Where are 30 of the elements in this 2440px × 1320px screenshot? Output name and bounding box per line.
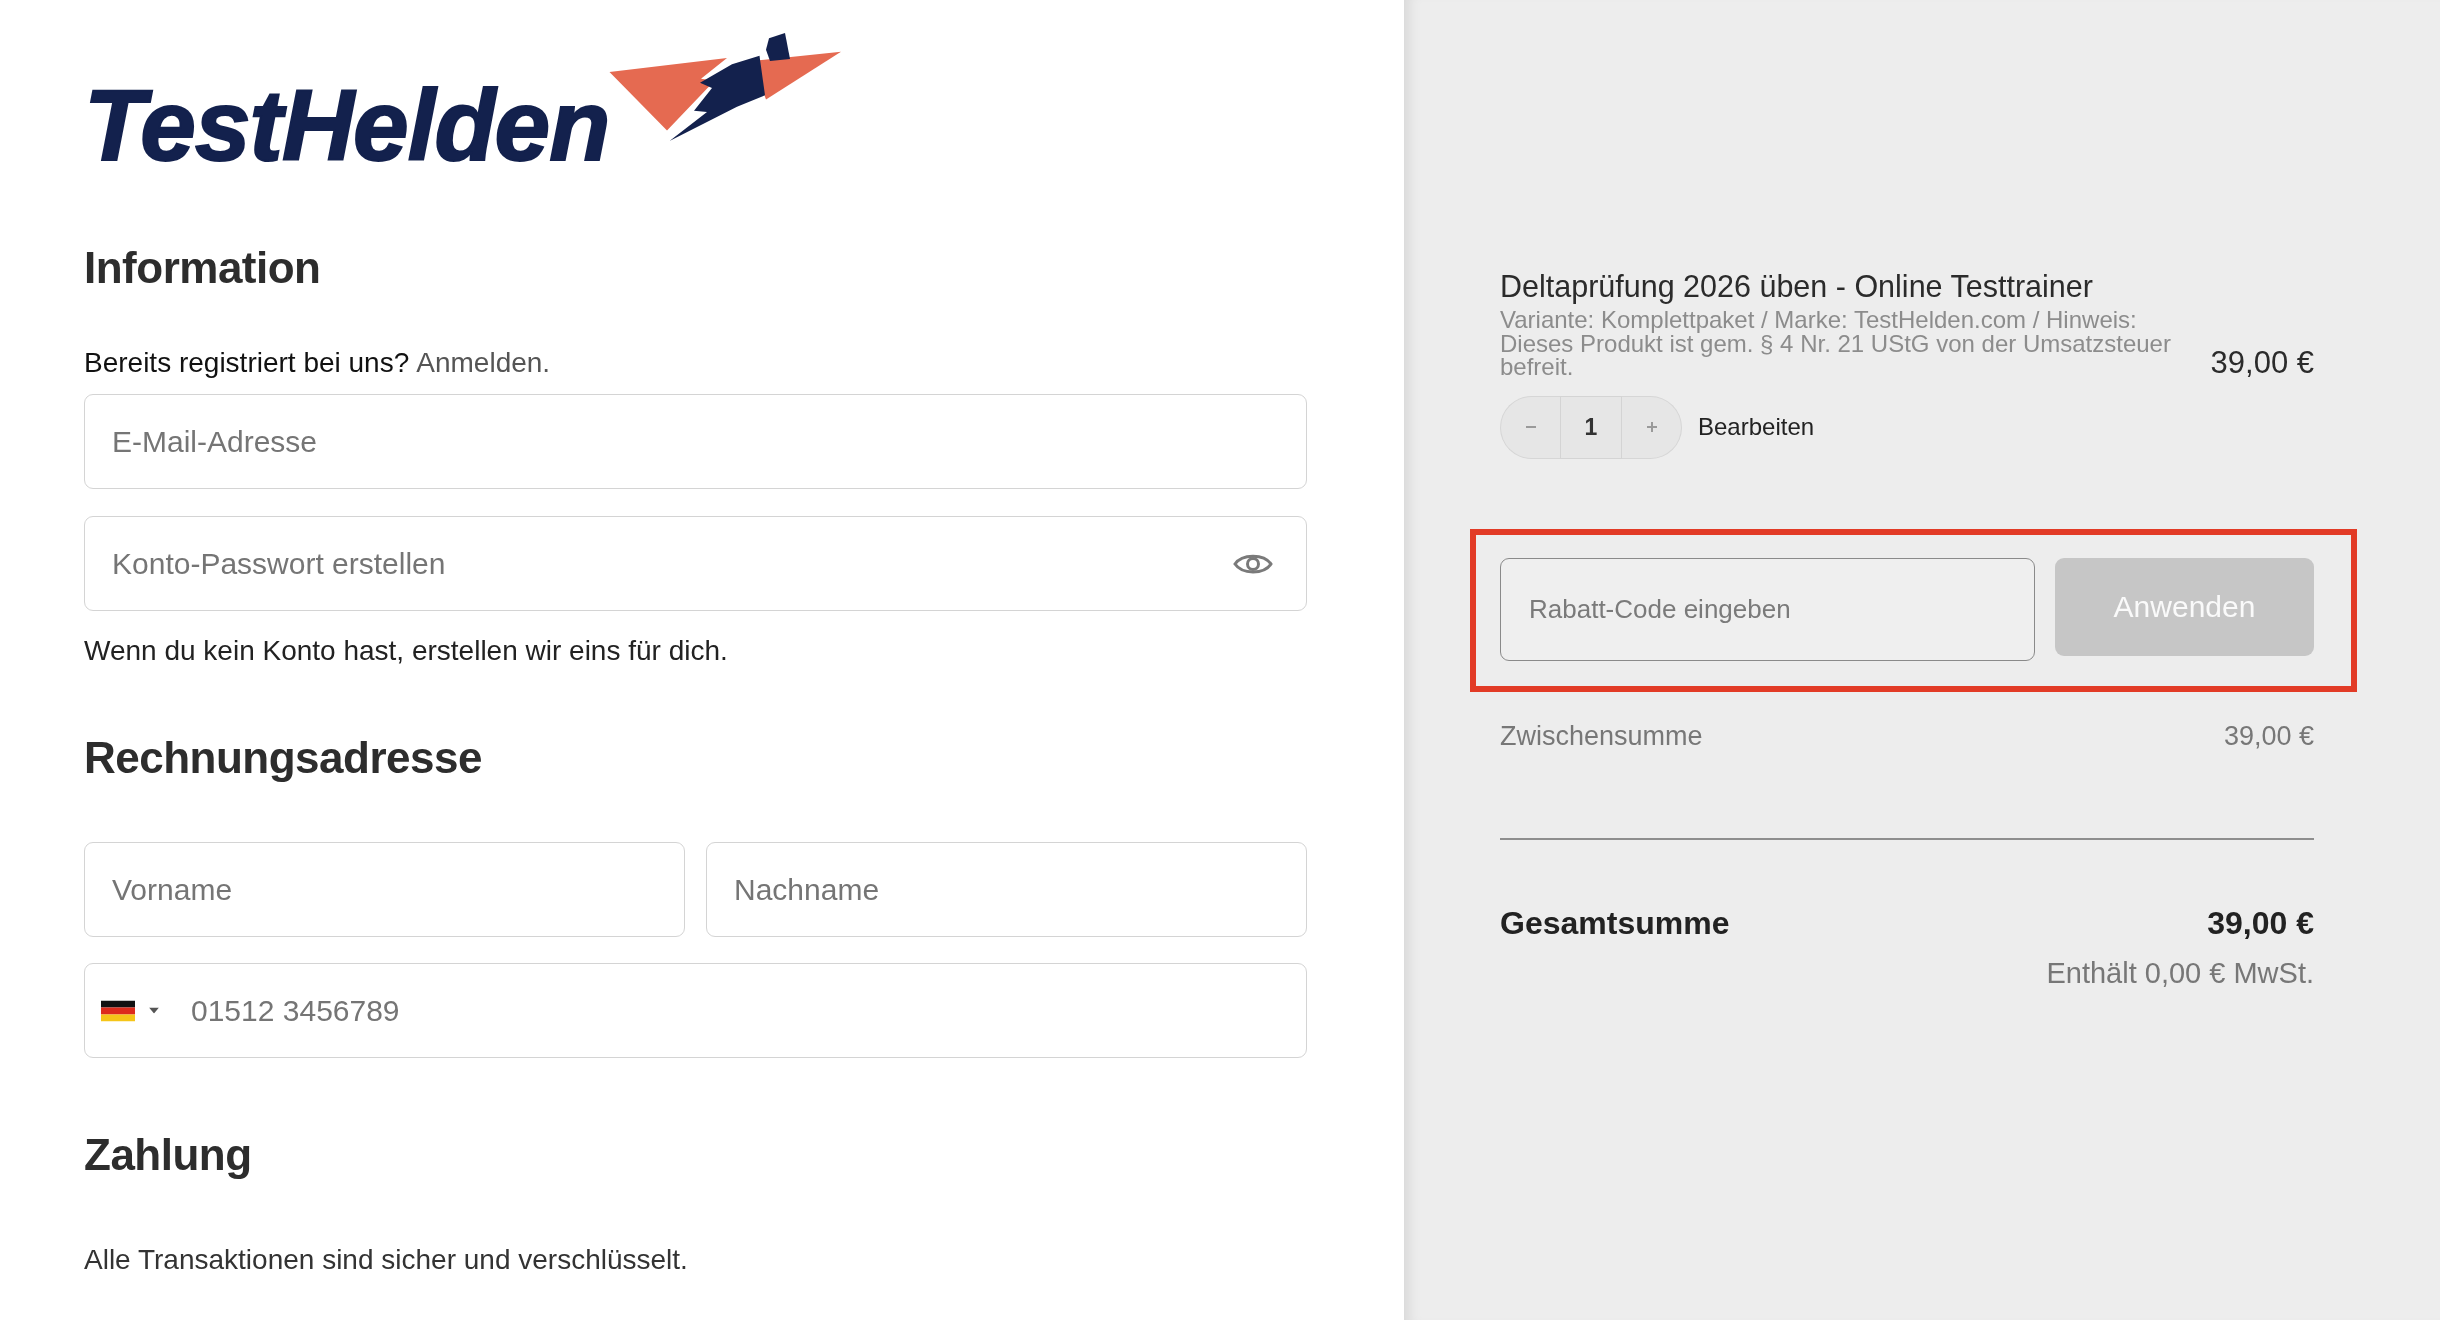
logo-wordmark: TestHelden [84,75,610,175]
subtotal-value: 39,00 € [2223,719,2314,753]
subtotal-label: Zwischensumme [1500,719,1703,753]
caret-icon [149,1007,159,1014]
phone-field[interactable]: 01512 3456789 [84,963,1307,1058]
flying-figure-icon [609,32,843,142]
login-prompt: Bereits registriert bei uns? [84,346,410,380]
product-details: Variante: Komplettpaket / Marke: TestHelden.com / Hinweis: Dieses Produkt ist gem. § 4 Nr. 21 UStG von der Umsatzsteuer befreit. [1500,308,2172,379]
tax-note: Enthält 0,00 € MwSt. [2046,955,2314,991]
payment-note: Alle Transaktionen sind sicher und verschlüsselt. [84,1243,689,1277]
account-note: Wenn du kein Konto hast, erstellen wir eins für dich. [84,634,729,668]
coupon-code-field[interactable]: Rabatt-Code eingeben [1500,557,2035,661]
plus-icon [1646,422,1657,432]
country-select[interactable] [101,1000,159,1021]
product-title: Deltaprüfung 2026 üben - Online Testtrainer [1500,268,2094,304]
first-name-field[interactable]: Vorname [84,842,685,937]
total-value: 39,00 € [2207,903,2314,943]
password-field[interactable]: Konto-Passwort erstellen [84,516,1307,611]
edit-link[interactable]: Bearbeiten [1698,413,1815,441]
email-field[interactable]: E-Mail-Adresse [84,394,1307,489]
minus-icon [1525,426,1536,428]
last-name-field[interactable]: Nachname [706,842,1307,937]
product-price: 39,00 € [2210,345,2314,382]
section-heading: Rechnungsadresse [84,732,483,784]
quantity-field[interactable]: 1 [1560,395,1622,459]
flag-icon [101,1000,135,1021]
login-link[interactable]: Anmelden. [416,345,551,380]
section-heading: Zahlung [84,1129,253,1181]
section-heading: Information [84,242,322,294]
total-label: Gesamtsumme [1500,903,1730,943]
